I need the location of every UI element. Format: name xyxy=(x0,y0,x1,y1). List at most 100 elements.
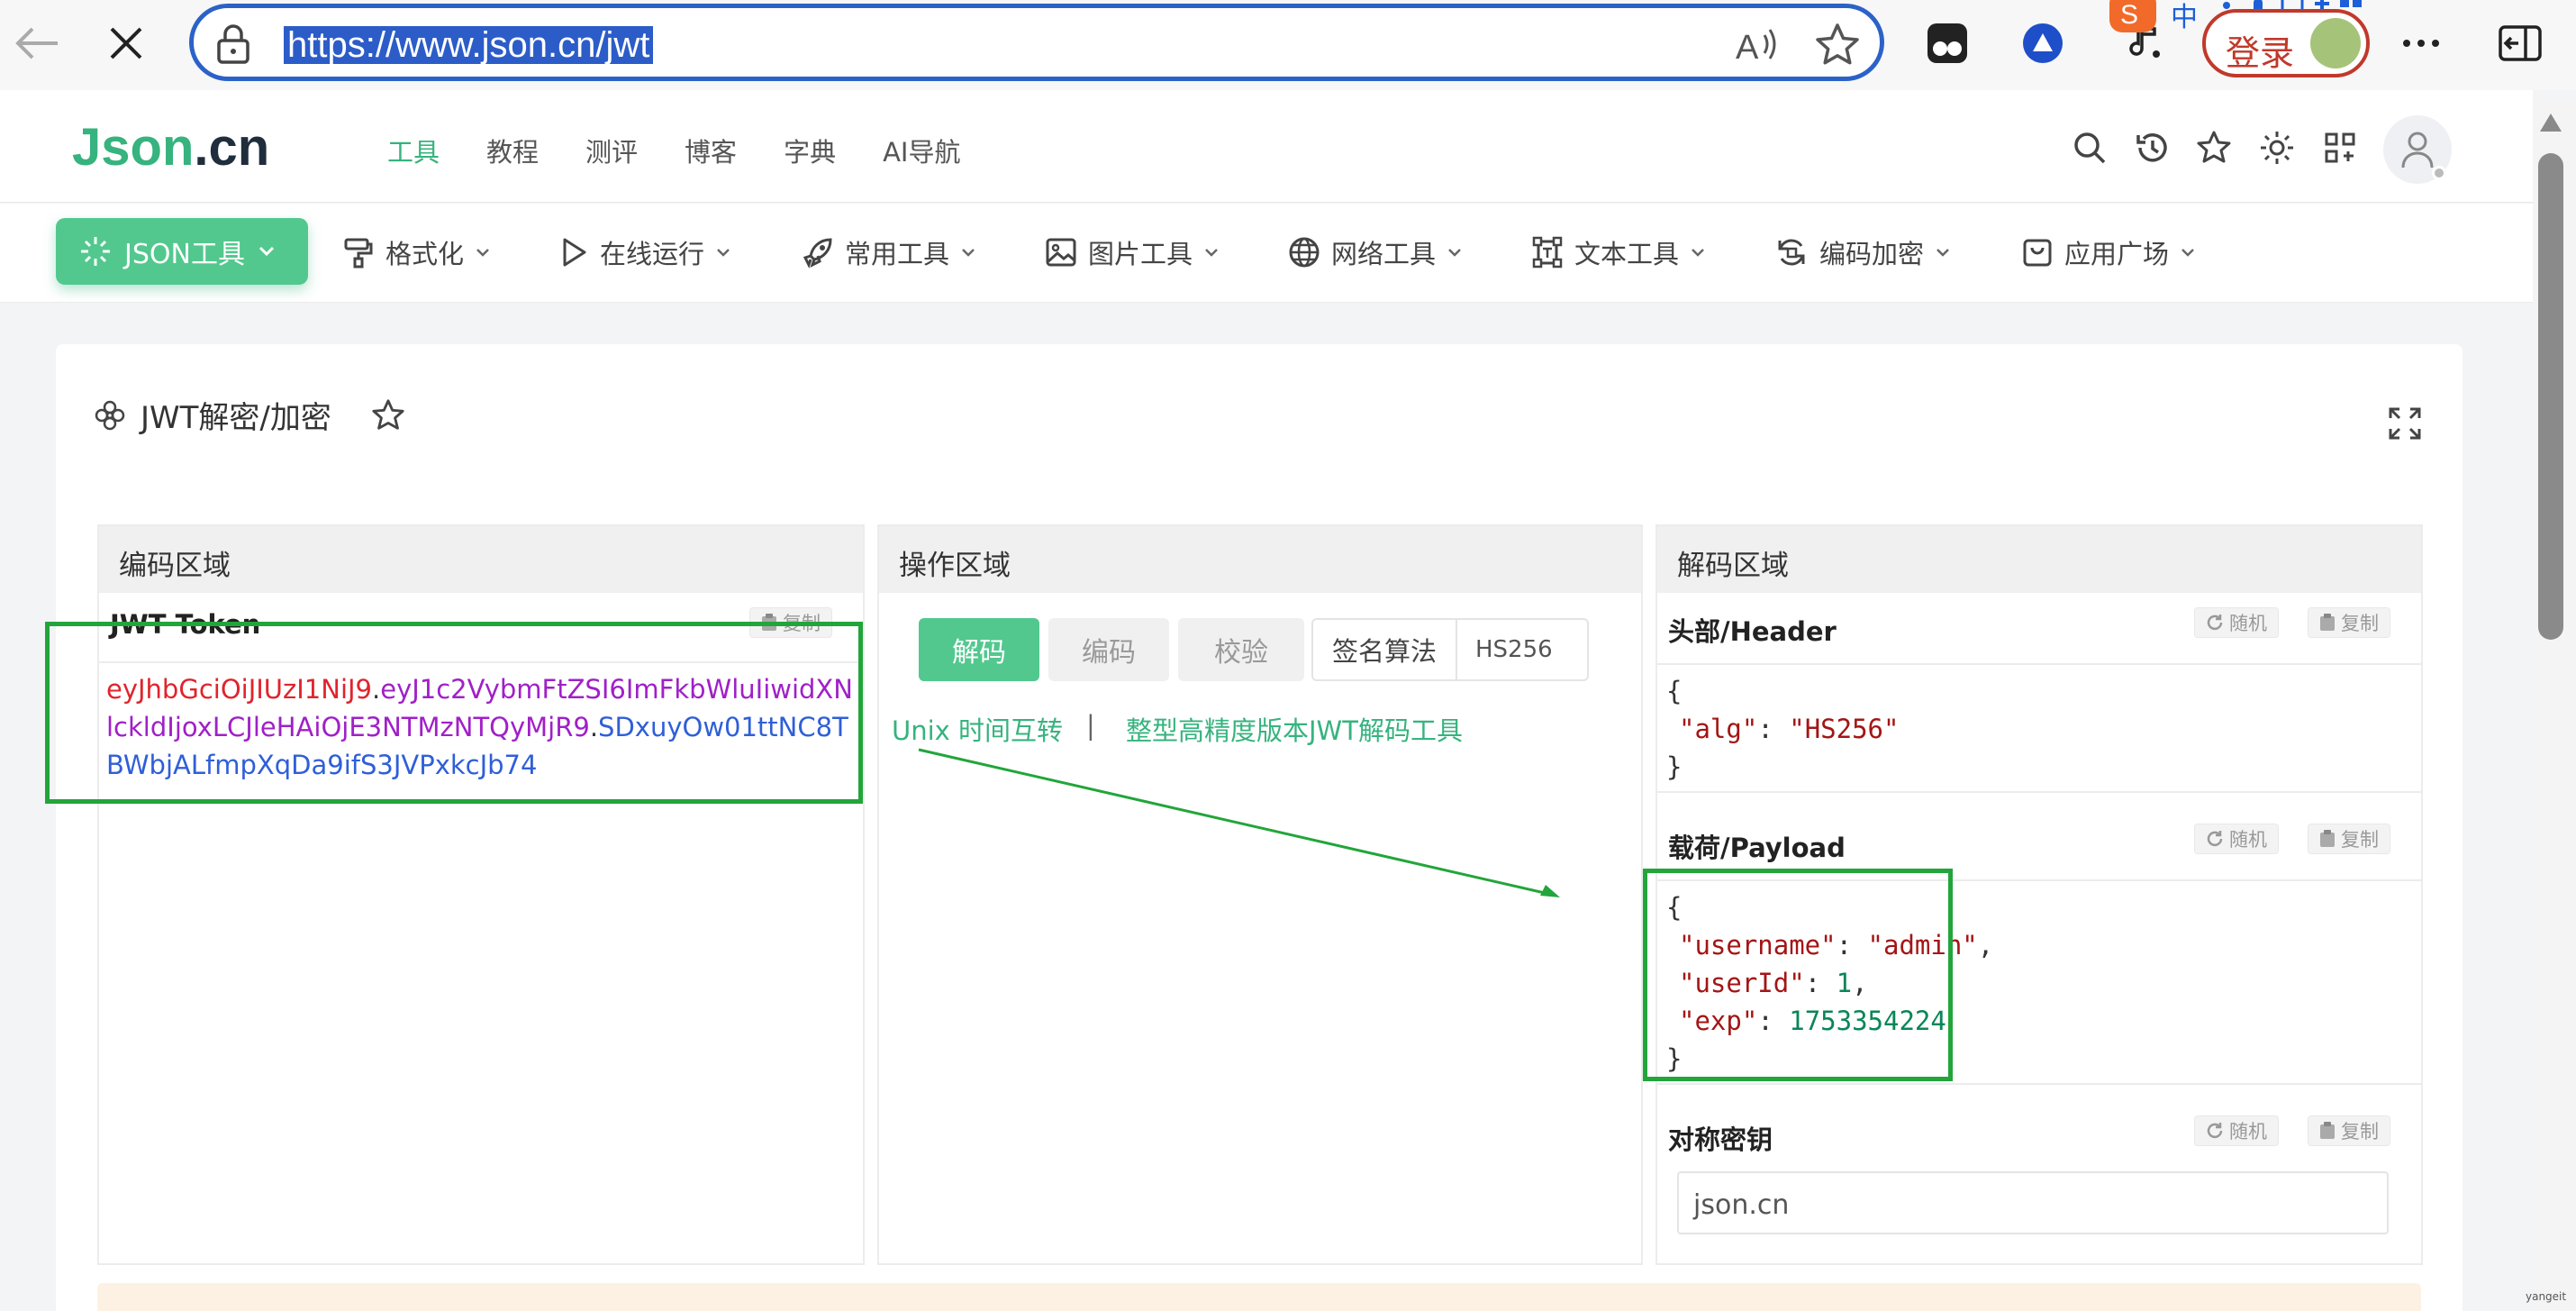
nav-ai-navigation[interactable]: AI导航 xyxy=(883,132,960,169)
nav-tutorials[interactable]: 教程 xyxy=(486,132,539,169)
payload-copy-label: 复制 xyxy=(2341,829,2379,851)
address-bar[interactable]: https://www.json.cn/jwt A xyxy=(189,4,1884,81)
history-button[interactable] xyxy=(2133,128,2172,168)
header-json-open: { xyxy=(1666,676,1683,706)
annotation-box-token xyxy=(45,622,863,804)
menu-format-label: 格式化 xyxy=(385,239,465,269)
nav-tools[interactable]: 工具 xyxy=(387,132,440,169)
search-button[interactable] xyxy=(2070,128,2109,168)
login-button[interactable]: 登录 xyxy=(2202,9,2370,77)
header-random-button[interactable]: 随机 xyxy=(2194,607,2279,638)
menu-network-tools-label: 网络工具 xyxy=(1331,239,1437,269)
nav-reviews[interactable]: 测评 xyxy=(585,132,638,169)
page-title-text: JWT解密/加密 xyxy=(141,400,331,436)
secret-random-button[interactable]: 随机 xyxy=(2194,1115,2279,1146)
payload-random-label: 随机 xyxy=(2229,829,2267,851)
menu-app-market[interactable]: 应用广场 xyxy=(2021,232,2196,272)
favorite-star-icon[interactable] xyxy=(1815,23,1860,66)
user-icon xyxy=(2401,132,2434,168)
menu-network-tools[interactable]: 网络工具 xyxy=(1288,232,1463,272)
arrow-left-icon xyxy=(15,27,58,59)
fullscreen-icon[interactable] xyxy=(2387,405,2423,442)
verify-button[interactable]: 校验 xyxy=(1178,618,1304,681)
read-aloud-icon[interactable]: A xyxy=(1734,24,1779,64)
app-grid-button[interactable] xyxy=(2320,128,2360,168)
extension-blue-circle-icon[interactable] xyxy=(2018,18,2068,68)
header-copy-button[interactable]: 复制 xyxy=(2308,607,2390,638)
json-tools-label: JSON工具 xyxy=(124,239,245,270)
chevron-down-icon xyxy=(259,246,275,257)
page-scrollbar-thumb[interactable] xyxy=(2538,153,2563,640)
menu-encode-encrypt[interactable]: 编码加密 xyxy=(1774,232,1951,272)
link-separator: | xyxy=(1086,710,1095,741)
app-box-icon xyxy=(2023,239,2052,267)
sidebar-toggle-button[interactable] xyxy=(2495,18,2545,68)
chevron-down-icon xyxy=(1205,249,1218,257)
json-colon: : xyxy=(1757,714,1790,744)
chevron-down-icon xyxy=(1448,249,1461,257)
watermark-text: yangeit xyxy=(2526,1290,2567,1303)
play-icon xyxy=(563,238,586,267)
stop-button[interactable] xyxy=(99,16,153,70)
chevron-down-icon xyxy=(962,249,975,257)
algorithm-label: 签名算法 xyxy=(1313,620,1457,679)
payload-random-button[interactable]: 随机 xyxy=(2194,824,2279,854)
logo-part1: Json xyxy=(72,118,195,177)
clipboard-icon xyxy=(2320,1122,2335,1139)
encode-panel-header: 编码区域 xyxy=(99,526,863,593)
json-tools-menu[interactable]: JSON工具 xyxy=(56,218,308,285)
scroll-up-arrow-icon[interactable] xyxy=(2538,112,2563,133)
refresh-icon xyxy=(2207,831,2223,847)
login-label: 登录 xyxy=(2226,33,2295,73)
logo-part2: .cn xyxy=(194,118,270,177)
menu-online-run[interactable]: 在线运行 xyxy=(560,232,731,272)
header-copy-label: 复制 xyxy=(2341,613,2379,634)
json-value: "HS256" xyxy=(1789,714,1900,744)
nav-blog[interactable]: 博客 xyxy=(685,132,737,169)
secret-copy-label: 复制 xyxy=(2341,1121,2379,1143)
algorithm-select[interactable]: 签名算法 HS256 xyxy=(1311,618,1589,681)
encode-button[interactable]: 编码 xyxy=(1048,618,1169,681)
decode-button[interactable]: 解码 xyxy=(919,618,1039,681)
menu-format[interactable]: 格式化 xyxy=(342,232,491,272)
menu-image-tools-label: 图片工具 xyxy=(1088,239,1193,269)
search-icon xyxy=(2074,132,2106,164)
header-section-label: 头部/Header xyxy=(1668,616,1837,647)
star-icon xyxy=(2197,131,2231,163)
lock-icon xyxy=(217,24,249,64)
favorites-button[interactable] xyxy=(2194,128,2234,168)
more-dots-icon xyxy=(2403,40,2439,47)
paint-roller-icon xyxy=(344,238,373,269)
flower-icon xyxy=(95,400,125,430)
more-options-button[interactable] xyxy=(2396,18,2446,68)
chevron-down-icon xyxy=(1692,249,1704,257)
sogou-input-toolbar[interactable]: S 中 xyxy=(2108,0,2362,40)
notice-banner xyxy=(97,1283,2421,1311)
menu-image-tools[interactable]: 图片工具 xyxy=(1045,232,1220,272)
theme-toggle-button[interactable] xyxy=(2257,128,2297,168)
favorite-star-icon[interactable] xyxy=(371,398,405,432)
extension-tampermonkey-icon[interactable] xyxy=(1922,18,1973,68)
payload-copy-button[interactable]: 复制 xyxy=(2308,824,2390,854)
header-json-line: "alg": "HS256" xyxy=(1666,710,2412,748)
menu-common-tools[interactable]: 常用工具 xyxy=(802,232,976,272)
secret-key-input[interactable]: json.cn xyxy=(1677,1171,2389,1234)
header-json-editor[interactable]: { "alg": "HS256" } xyxy=(1655,663,2423,793)
image-icon xyxy=(1046,238,1076,267)
nav-dictionary[interactable]: 字典 xyxy=(784,132,836,169)
profile-avatar xyxy=(2310,18,2361,68)
refresh-icon xyxy=(2207,1123,2223,1139)
back-button[interactable] xyxy=(9,16,63,70)
ime-chinese-label[interactable]: 中 xyxy=(2171,0,2198,34)
user-status-dot xyxy=(2432,166,2446,180)
chevron-down-icon xyxy=(1937,249,1949,257)
secret-section-label: 对称密钥 xyxy=(1668,1124,1773,1155)
operation-panel-header: 操作区域 xyxy=(879,526,1641,593)
menu-text-tools[interactable]: 文本工具 xyxy=(1531,232,1706,272)
site-logo[interactable]: Json.cn xyxy=(72,117,269,178)
secret-copy-button[interactable]: 复制 xyxy=(2308,1115,2390,1146)
url-text[interactable]: https://www.json.cn/jwt xyxy=(284,26,654,64)
menu-encode-encrypt-label: 编码加密 xyxy=(1819,239,1925,269)
refresh-code-icon xyxy=(1778,239,1805,266)
decode-panel-header: 解码区域 xyxy=(1657,526,2421,593)
